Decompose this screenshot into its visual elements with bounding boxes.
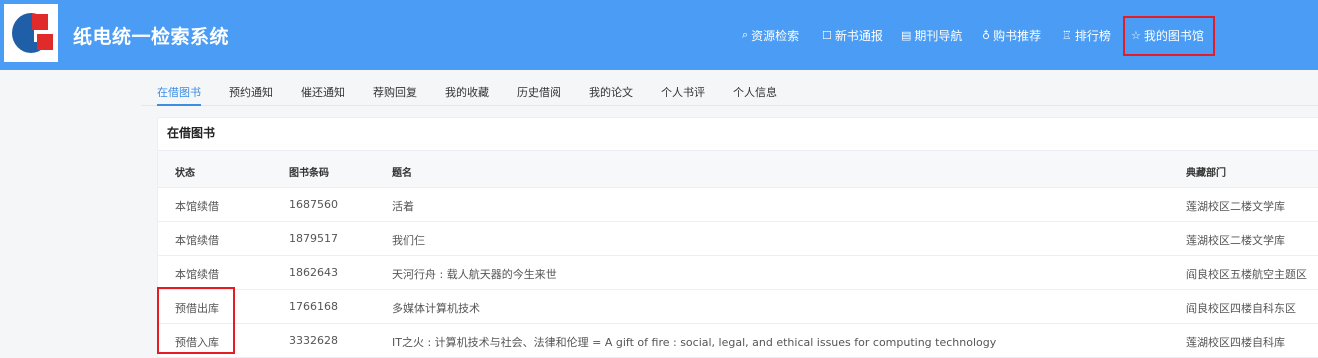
cell-status: 本馆续借 xyxy=(175,200,219,213)
nav-ranking[interactable]: ♖ 排行榜 xyxy=(1062,0,1111,70)
cell-barcode: 1862643 xyxy=(289,266,338,279)
top-header: 纸电统一检索系统 ⌕ 资源检索 ☐ 新书通报 ▤ 期刊导航 ♁ 购书推荐 ♖ 排… xyxy=(0,0,1318,70)
my-library-highlight-box xyxy=(1123,16,1215,56)
cell-title[interactable]: 活着 xyxy=(392,198,414,214)
borrowed-books-panel: 在借图书 状态 图书条码 题名 典藏部门 本馆续借 1687560 活着 莲湖校… xyxy=(157,117,1318,358)
cell-title[interactable]: 我们仨 xyxy=(392,232,425,248)
column-header-title: 题名 xyxy=(392,168,412,179)
nav-journal-navigation[interactable]: ▤ 期刊导航 xyxy=(901,0,962,70)
cell-barcode: 1879517 xyxy=(289,232,338,245)
cell-barcode: 1687560 xyxy=(289,198,338,211)
active-tab-indicator xyxy=(157,104,201,106)
nav-label: 新书通报 xyxy=(834,28,883,43)
cell-location: 莲湖校区二楼文学库 xyxy=(1186,200,1285,213)
nav-book-recommend[interactable]: ♁ 购书推荐 xyxy=(982,0,1041,70)
column-header-status: 状态 xyxy=(175,168,195,179)
tab-recommend-reply[interactable]: 荐购回复 xyxy=(373,84,417,100)
tab-my-papers[interactable]: 我的论文 xyxy=(589,84,633,100)
search-icon: ⌕ xyxy=(742,28,749,41)
app-title: 纸电统一检索系统 xyxy=(73,26,230,48)
nav-resource-search[interactable]: ⌕ 资源检索 xyxy=(742,0,799,70)
table-row: 预借出库 1766168 多媒体计算机技术 阎良校区四楼自科东区 xyxy=(158,290,1318,324)
column-header-location: 典藏部门 xyxy=(1186,168,1226,179)
nav-label: 购书推荐 xyxy=(993,28,1042,43)
nav-new-books[interactable]: ☐ 新书通报 xyxy=(822,0,883,70)
journal-icon: ▤ xyxy=(901,28,912,42)
tab-personal-info[interactable]: 个人信息 xyxy=(733,84,777,100)
cell-title[interactable]: 多媒体计算机技术 xyxy=(392,300,480,316)
nav-label: 期刊导航 xyxy=(914,28,963,43)
tab-reservation-notice[interactable]: 预约通知 xyxy=(229,84,273,100)
recommend-icon: ♁ xyxy=(982,28,991,42)
cell-barcode: 1766168 xyxy=(289,300,338,313)
tab-borrowed-books[interactable]: 在借图书 xyxy=(157,84,201,100)
tab-favorites[interactable]: 我的收藏 xyxy=(445,84,489,100)
cell-title[interactable]: IT之火 : 计算机技术与社会、法律和伦理 = A gift of fire :… xyxy=(392,334,996,350)
nav-label: 排行榜 xyxy=(1074,28,1111,43)
cell-location: 阎良校区五楼航空主题区 xyxy=(1186,268,1307,281)
logo-icon xyxy=(4,4,58,62)
ranking-icon: ♖ xyxy=(1062,28,1072,42)
table-header: 状态 图书条码 题名 典藏部门 xyxy=(158,150,1318,188)
tab-book-reviews[interactable]: 个人书评 xyxy=(661,84,705,100)
account-tabs: 在借图书 预约通知 催还通知 荐购回复 我的收藏 历史借阅 我的论文 个人书评 … xyxy=(141,76,1318,106)
tab-borrow-history[interactable]: 历史借阅 xyxy=(517,84,561,100)
table-row: 本馆续借 1879517 我们仨 莲湖校区二楼文学库 xyxy=(158,222,1318,256)
cell-location: 阎良校区四楼自科东区 xyxy=(1186,302,1296,315)
tab-return-reminder[interactable]: 催还通知 xyxy=(301,84,345,100)
new-book-icon: ☐ xyxy=(822,28,832,42)
cell-status: 本馆续借 xyxy=(175,234,219,247)
status-highlight-box xyxy=(157,287,235,354)
panel-title: 在借图书 xyxy=(167,126,216,140)
table-row: 本馆续借 1687560 活着 莲湖校区二楼文学库 xyxy=(158,188,1318,222)
cell-title[interactable]: 天河行舟 : 载人航天器的今生来世 xyxy=(392,266,557,282)
cell-barcode: 3332628 xyxy=(289,334,338,347)
cell-location: 莲湖校区二楼文学库 xyxy=(1186,234,1285,247)
column-header-barcode: 图书条码 xyxy=(289,168,329,179)
table-row: 本馆续借 1862643 天河行舟 : 载人航天器的今生来世 阎良校区五楼航空主… xyxy=(158,256,1318,290)
table-row: 预借入库 3332628 IT之火 : 计算机技术与社会、法律和伦理 = A g… xyxy=(158,324,1318,358)
cell-status: 本馆续借 xyxy=(175,268,219,281)
cell-location: 莲湖校区四楼自科库 xyxy=(1186,336,1285,349)
nav-label: 资源检索 xyxy=(751,28,800,43)
